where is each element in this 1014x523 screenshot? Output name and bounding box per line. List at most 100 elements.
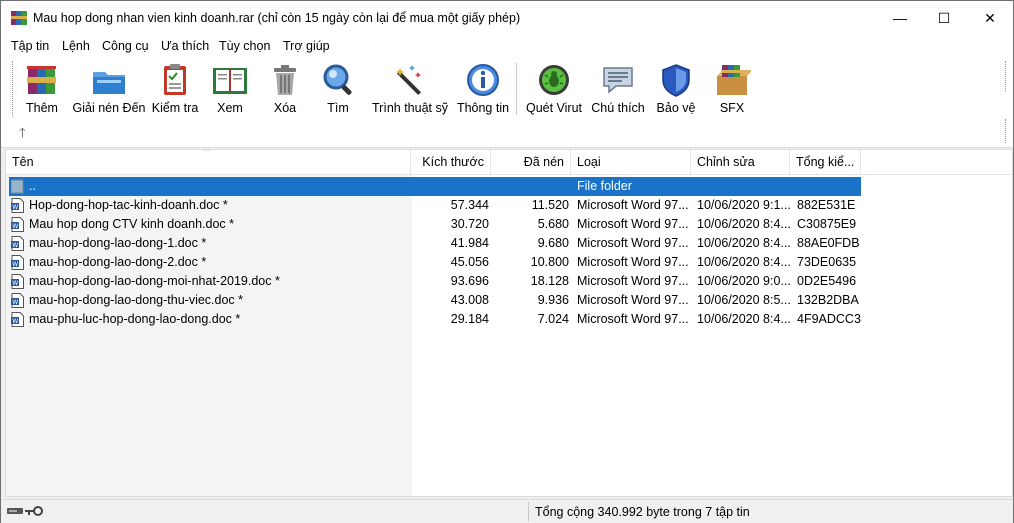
maximize-icon: ☐ [937,9,951,26]
svg-text:W: W [12,223,18,230]
close-button[interactable]: ✕ [967,1,1013,35]
file-packed-size: 18.128 [530,274,569,288]
word-document-icon: W [11,236,24,251]
protect-button[interactable]: Bảo vệ [656,61,696,117]
virus-scan-button[interactable]: Quét Virut [526,61,582,117]
column-modified[interactable]: Chỉnh sửa [691,150,790,174]
file-type: Microsoft Word 97... [577,293,689,307]
file-name: mau-hop-dong-lao-dong-moi-nhat-2019.doc … [29,274,280,288]
menu-help[interactable]: Trợ giúp [283,39,330,53]
file-crc: 73DE0635 [797,255,857,269]
parent-folder-type: File folder [577,179,632,193]
column-type[interactable]: Loại [571,150,691,174]
address-grip[interactable] [1005,119,1008,143]
delete-button[interactable]: Xóa [267,61,303,117]
file-packed-size: 9.680 [537,236,569,250]
svg-text:W: W [12,204,18,211]
test-button[interactable]: Kiểm tra [152,61,198,117]
column-crc[interactable]: Tổng kiể... [790,150,861,174]
menu-tools[interactable]: Công cụ [102,39,149,53]
window-title: Mau hop dong nhan vien kinh doanh.rar (c… [33,11,521,25]
file-name: mau-phu-luc-hop-dong-lao-dong.doc * [29,312,241,326]
file-row[interactable]: Wmau-hop-dong-lao-dong-thu-viec.doc * 43.… [9,291,861,310]
menu-options[interactable]: Tùy chọn [219,39,270,53]
file-type: Microsoft Word 97... [577,255,689,269]
file-crc: 132B2DBA [797,293,859,307]
add-button[interactable]: Thêm [23,61,61,117]
archive-add-icon [23,61,61,99]
parent-folder-row[interactable]: .. File folder [9,177,861,196]
file-modified: 10/06/2020 9:0... [697,274,791,288]
view-button[interactable]: Xem [209,61,251,117]
info-icon [464,61,502,99]
find-button[interactable]: Tìm [319,61,357,117]
protect-label: Bảo vệ [656,101,696,115]
file-row[interactable]: Wmau-phu-luc-hop-dong-lao-dong.doc * 29.1… [9,310,861,329]
word-document-icon: W [11,274,24,289]
virus-scan-icon [535,61,573,99]
wizard-button[interactable]: Trình thuật sỹ [371,61,449,117]
delete-label: Xóa [273,101,297,115]
minimize-icon: — [893,10,907,26]
word-document-icon: W [11,217,24,232]
extract-to-button[interactable]: Giải nén Đến [72,61,146,117]
shield-icon [657,61,695,99]
file-name: mau-hop-dong-lao-dong-thu-viec.doc * [29,293,244,307]
menu-favorites[interactable]: Ưa thích [161,39,209,53]
file-row[interactable]: W Mau hop dong CTV kinh doanh.doc * 30.720… [9,215,861,234]
info-button[interactable]: Thông tin [455,61,511,117]
file-size: 43.008 [450,293,489,307]
file-list[interactable]: ^ Tên Kích thước Đã nén Loại Chỉnh sửa T… [5,149,1013,497]
comment-icon [599,61,637,99]
file-modified: 10/06/2020 8:4... [697,236,791,250]
column-name[interactable]: Tên [6,150,411,174]
file-row[interactable]: Wmau-hop-dong-lao-dong-moi-nhat-2019.doc… [9,272,861,291]
file-row[interactable]: Wmau-hop-dong-lao-dong-2.doc * 45.056 10.8… [9,253,861,272]
key-icon[interactable] [25,505,43,517]
view-book-icon [211,61,249,99]
file-packed-size: 5.680 [537,217,569,231]
add-label: Thêm [26,101,58,115]
extract-to-label: Giải nén Đến [72,101,146,115]
title-bar: Mau hop dong nhan vien kinh doanh.rar (c… [1,1,1013,35]
file-crc: 882E531E [797,198,856,212]
up-folder-icon[interactable]: 🡑 [19,124,26,146]
menu-bar: Tập tin Lệnh Công cụ Ưa thích Tùy chọn T… [1,35,1013,57]
toolbar-grip-right[interactable] [1005,61,1008,91]
file-modified: 10/06/2020 9:1... [697,198,791,212]
view-label: Xem [217,101,243,115]
comment-button[interactable]: Chú thích [591,61,645,117]
file-name: mau-hop-dong-lao-dong-1.doc * [29,236,207,250]
file-modified: 10/06/2020 8:4... [697,217,791,231]
file-packed-size: 9.936 [537,293,569,307]
sfx-button[interactable]: SFX [712,61,752,117]
word-document-icon: W [11,312,24,327]
file-size: 93.696 [450,274,489,288]
toolbar-separator [516,63,517,115]
file-name: mau-hop-dong-lao-dong-2.doc * [29,255,207,269]
svg-text:W: W [12,318,18,325]
virus-scan-label: Quét Virut [525,101,583,115]
file-row[interactable]: Wmau-hop-dong-lao-dong-1.doc * 41.984 9.68… [9,234,861,253]
magnifier-icon [319,61,357,99]
file-packed-size: 7.024 [537,312,569,326]
file-row[interactable]: W Hop-dong-hop-tac-kinh-doanh.doc * 57.344… [9,196,861,215]
file-modified: 10/06/2020 8:4... [697,312,791,326]
test-label: Kiểm tra [151,101,199,115]
minimize-button[interactable]: — [877,1,923,35]
close-icon: ✕ [984,9,996,26]
menu-commands[interactable]: Lệnh [62,39,90,53]
svg-text:W: W [12,242,18,249]
maximize-button[interactable]: ☐ [921,1,967,35]
column-size[interactable]: Kích thước [411,150,491,174]
file-packed-size: 11.520 [531,198,569,212]
list-header: ^ Tên Kích thước Đã nén Loại Chỉnh sửa T… [6,150,1012,175]
menu-file[interactable]: Tập tin [11,39,49,53]
svg-text:W: W [12,261,18,268]
file-name: Hop-dong-hop-tac-kinh-doanh.doc * [29,198,228,212]
toolbar-grip[interactable] [12,61,15,117]
column-packed[interactable]: Đã nén [491,150,571,174]
word-document-icon: W [11,255,24,270]
file-type: Microsoft Word 97... [577,312,689,326]
find-label: Tìm [327,101,349,115]
